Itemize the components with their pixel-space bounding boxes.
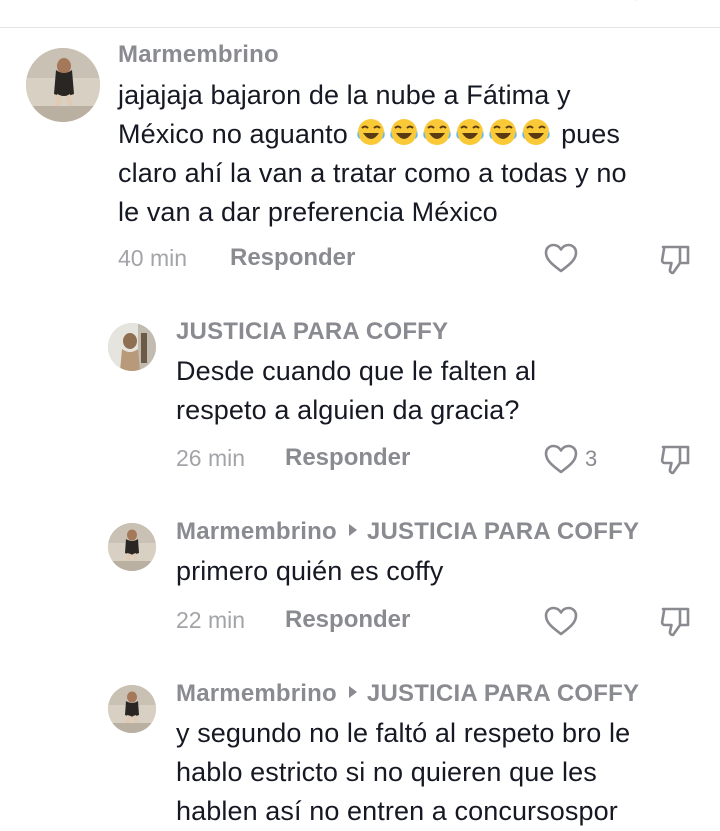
comment-text: Desde cuando que le falten al respeto a … bbox=[176, 352, 696, 430]
comment-text-line: primero quién es coffy bbox=[176, 556, 444, 586]
top-cut-icons bbox=[635, 0, 637, 1]
laughing-emoji-icon bbox=[489, 119, 518, 145]
like-button[interactable] bbox=[543, 605, 579, 637]
comment-text-line: respeto a alguien da gracia? bbox=[176, 395, 520, 425]
comment-username[interactable]: Marmembrino bbox=[118, 41, 279, 69]
comment-text: primero quién es coffy bbox=[176, 552, 696, 591]
comment-username: Marmembrino JUSTICIA PARA COFFY bbox=[176, 680, 639, 708]
triangle-right-icon bbox=[348, 524, 357, 536]
comment-text-line: México no aguanto pues bbox=[118, 115, 708, 154]
comment-text: y segundo no le faltó al respeto bro le … bbox=[176, 714, 706, 831]
comment-text-segment: pues bbox=[553, 119, 621, 149]
reply-button[interactable]: Responder bbox=[285, 606, 410, 634]
comment-username[interactable]: JUSTICIA PARA COFFY bbox=[176, 318, 448, 346]
reply-button[interactable]: Responder bbox=[285, 444, 410, 472]
comment-text-line: Desde cuando que le falten al bbox=[176, 356, 537, 386]
avatar[interactable] bbox=[108, 323, 156, 371]
username-label[interactable]: JUSTICIA PARA COFFY bbox=[176, 318, 448, 345]
thumbs-down-icon[interactable] bbox=[658, 603, 694, 639]
comment-timestamp: 22 min bbox=[176, 607, 246, 633]
heart-outline-icon bbox=[544, 444, 578, 474]
triangle-right-icon bbox=[348, 686, 357, 698]
reply-button[interactable]: Responder bbox=[230, 244, 355, 272]
comment-text-line: y segundo no le faltó al respeto bro le bbox=[176, 718, 631, 748]
avatar[interactable] bbox=[26, 48, 100, 122]
thumbs-down-icon[interactable] bbox=[658, 241, 694, 277]
laughing-emoji-row bbox=[355, 119, 553, 149]
reply-to-username[interactable]: JUSTICIA PARA COFFY bbox=[367, 518, 639, 545]
reply-to-username[interactable]: JUSTICIA PARA COFFY bbox=[367, 680, 639, 707]
comment-username: Marmembrino JUSTICIA PARA COFFY bbox=[176, 518, 639, 546]
like-count: 3 bbox=[585, 446, 598, 471]
laughing-emoji-icon bbox=[522, 119, 551, 145]
laughing-emoji-icon bbox=[357, 119, 386, 145]
comment-timestamp: 40 min bbox=[118, 245, 188, 271]
heart-outline-icon bbox=[544, 243, 578, 273]
thumbs-down-icon[interactable] bbox=[658, 441, 694, 477]
heart-outline-icon bbox=[544, 606, 578, 636]
username-label[interactable]: Marmembrino bbox=[176, 680, 337, 707]
comment-text: jajajaja bajaron de la nube a Fátima y M… bbox=[118, 76, 708, 232]
username-label[interactable]: Marmembrino bbox=[176, 518, 337, 545]
like-button[interactable] bbox=[543, 242, 579, 274]
comment-text-line: hablen así no entren a concursospor bbox=[176, 796, 618, 826]
top-divider bbox=[0, 27, 720, 28]
comment-text-line: hablo estricto si no quieren que les bbox=[176, 757, 597, 787]
laughing-emoji-icon bbox=[456, 119, 485, 145]
username-label[interactable]: Marmembrino bbox=[118, 41, 279, 68]
laughing-emoji-icon bbox=[423, 119, 452, 145]
comment-text-line: jajajaja bajaron de la nube a Fátima y bbox=[118, 80, 571, 110]
avatar[interactable] bbox=[108, 523, 156, 571]
comment-text-line: claro ahí la van a tratar como a todas y… bbox=[118, 158, 627, 188]
comment-text-line: le van a dar preferencia México bbox=[118, 197, 498, 227]
comment-text-segment: México no aguanto bbox=[118, 119, 356, 149]
avatar[interactable] bbox=[108, 685, 156, 733]
comment-timestamp: 26 min bbox=[176, 445, 246, 471]
like-button[interactable]: 3 bbox=[543, 443, 597, 475]
laughing-emoji-icon bbox=[390, 119, 419, 145]
